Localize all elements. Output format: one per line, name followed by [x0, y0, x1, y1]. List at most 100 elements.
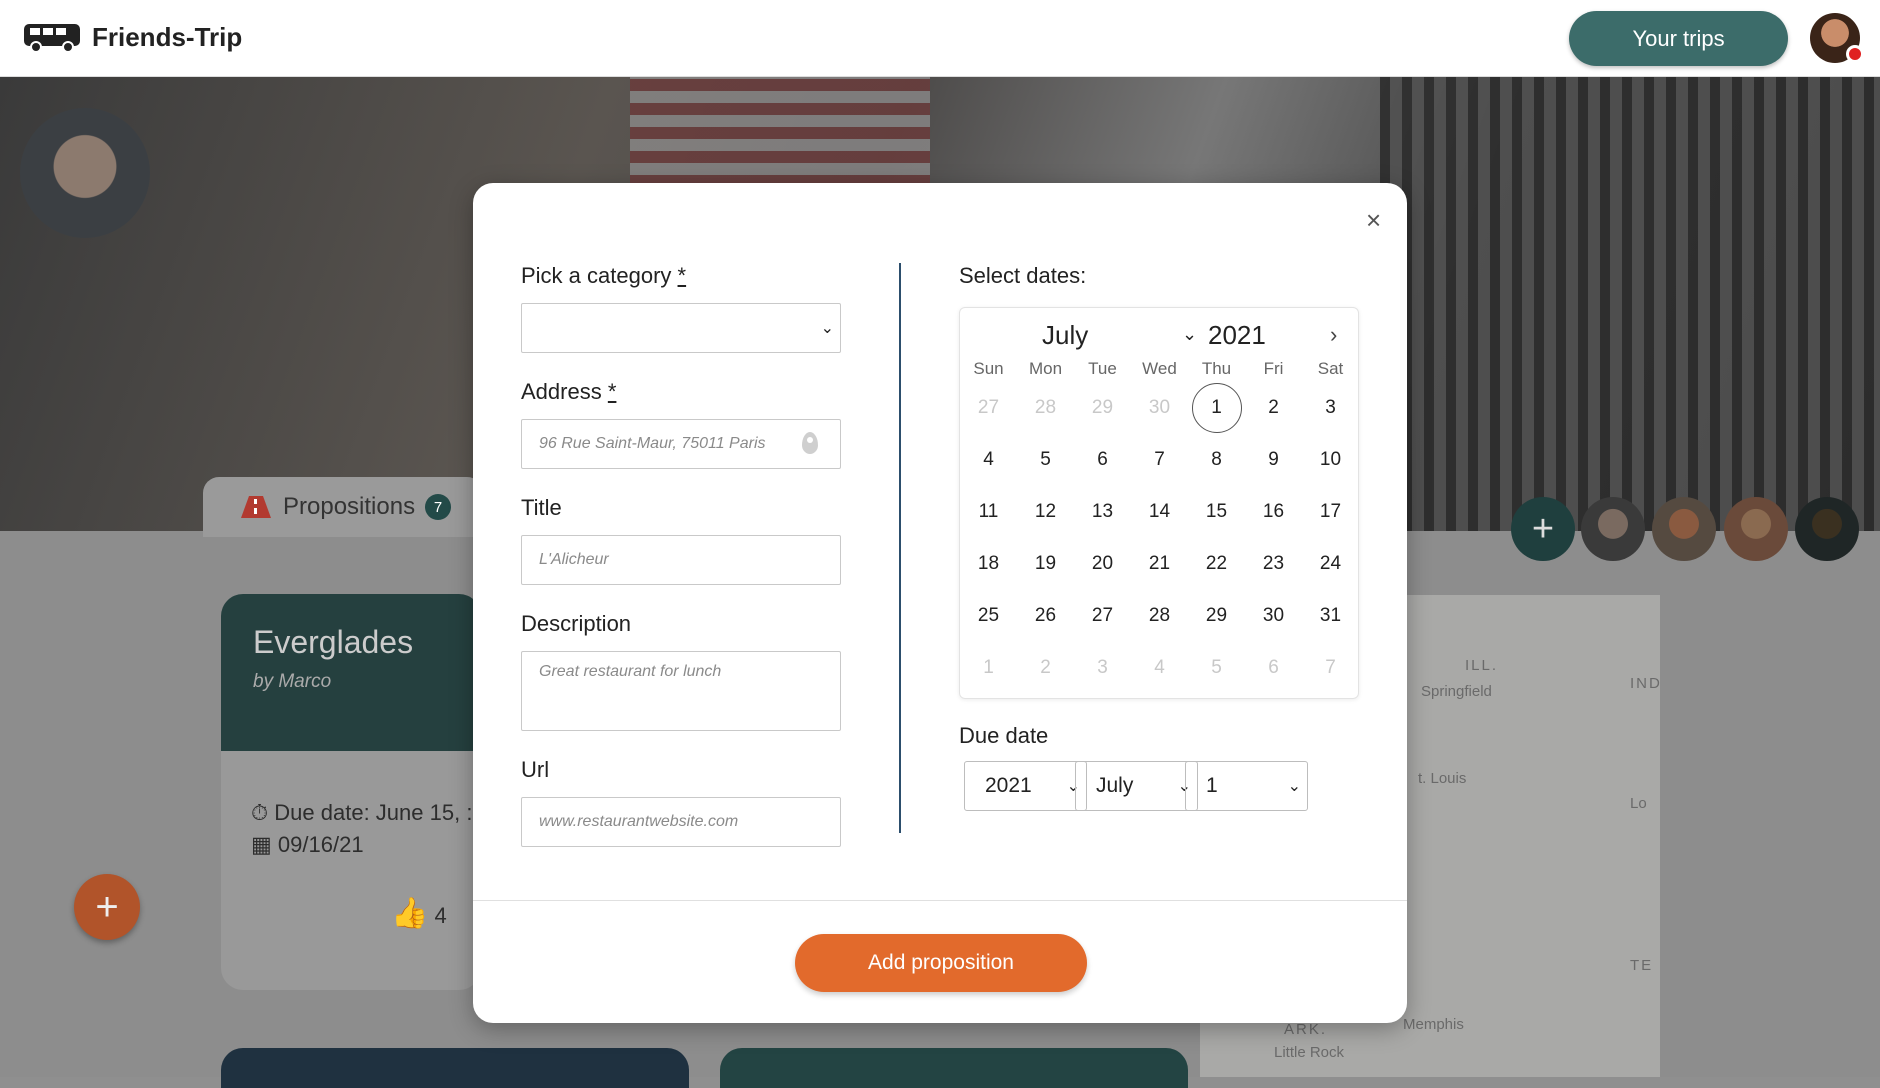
brand-name: Friends-Trip: [92, 21, 243, 52]
weekday-header: Sun Mon Tue Wed Thu Fri Sat: [960, 356, 1358, 382]
calendar-day[interactable]: 31: [1302, 605, 1359, 627]
description-textarea[interactable]: Great restaurant for lunch: [521, 651, 841, 731]
calendar-day[interactable]: 13: [1074, 501, 1131, 523]
add-proposition-fab[interactable]: +: [74, 874, 140, 940]
description-placeholder: Great restaurant for lunch: [539, 663, 722, 680]
proposition-card-bottom[interactable]: [720, 1048, 1188, 1088]
hero-flag-decoration: [630, 77, 930, 187]
url-placeholder: www.restaurantwebsite.com: [539, 813, 739, 830]
calendar-day[interactable]: 7: [1131, 449, 1188, 471]
date-range-calendar: July ⌄ 2021 › Sun Mon Tue Wed Thu Fri Sat 27 28…: [959, 307, 1359, 699]
due-date-label: Due date: [959, 723, 1049, 748]
calendar-day[interactable]: 2: [1017, 657, 1074, 679]
hero-building-decoration: [1380, 77, 1880, 531]
title-input[interactable]: L'Alicheur: [521, 535, 841, 585]
card-title: Everglades: [253, 624, 414, 660]
calendar-day[interactable]: 25: [960, 605, 1017, 627]
card-author: by Marco: [253, 671, 332, 692]
calendar-day-selected[interactable]: 1: [1191, 383, 1242, 433]
card-date: 09/16/21: [277, 832, 364, 857]
proposition-card-bottom[interactable]: [221, 1048, 689, 1088]
card-likes[interactable]: 👍 4: [391, 896, 447, 931]
your-trips-button[interactable]: Your trips: [1569, 11, 1788, 66]
calendar-day[interactable]: 28: [1131, 605, 1188, 627]
date-picker-section: Select dates: July ⌄ 2021 › Sun Mon Tue Wed…: [959, 263, 1369, 811]
calendar-day[interactable]: 6: [1245, 657, 1302, 679]
calendar-day[interactable]: 16: [1245, 501, 1302, 523]
modal-footer-divider: [473, 900, 1407, 901]
close-icon[interactable]: ×: [1366, 205, 1381, 236]
member-avatar[interactable]: [1581, 497, 1645, 561]
url-input[interactable]: www.restaurantwebsite.com: [521, 797, 841, 847]
calendar-day[interactable]: 22: [1188, 553, 1245, 575]
calendar-day[interactable]: 29: [1188, 605, 1245, 627]
calendar-day[interactable]: 26: [1017, 605, 1074, 627]
calendar-week: 11 12 13 14 15 16 17: [960, 486, 1358, 538]
brand-logo[interactable]: Friends-Trip: [22, 20, 242, 54]
likes-count: 4: [434, 903, 447, 928]
add-proposition-button[interactable]: Add proposition: [795, 934, 1087, 992]
plus-icon: +: [95, 884, 119, 929]
calendar-day[interactable]: 9: [1245, 449, 1302, 471]
calendar-week: 25 26 27 28 29 30 31: [960, 590, 1358, 642]
due-month-select[interactable]: July ⌄: [1075, 761, 1198, 811]
map-label: Lo: [1630, 795, 1647, 812]
calendar-day[interactable]: 20: [1074, 553, 1131, 575]
calendar-day[interactable]: 15: [1188, 501, 1245, 523]
calendar-day[interactable]: 28: [1017, 397, 1074, 419]
member-avatar[interactable]: [1724, 497, 1788, 561]
calendar-day[interactable]: 6: [1074, 449, 1131, 471]
tab-propositions-label: Propositions: [283, 493, 416, 520]
calendar-day[interactable]: 11: [960, 501, 1017, 523]
calendar-day[interactable]: 23: [1245, 553, 1302, 575]
calendar-day[interactable]: 14: [1131, 501, 1188, 523]
calendar-year[interactable]: 2021: [1208, 320, 1266, 351]
trip-host-avatar[interactable]: [20, 108, 150, 238]
calendar-day[interactable]: 12: [1017, 501, 1074, 523]
calendar-day[interactable]: 17: [1302, 501, 1359, 523]
due-year-select[interactable]: 2021 ⌄: [964, 761, 1087, 811]
calendar-week: 27 28 29 30 1 2 3: [960, 382, 1358, 434]
calendar-day[interactable]: 30: [1131, 397, 1188, 419]
calendar-day[interactable]: 2: [1245, 397, 1302, 419]
category-select[interactable]: ⌄: [521, 303, 841, 353]
map-label: t. Louis: [1418, 770, 1467, 787]
calendar-day[interactable]: 10: [1302, 449, 1359, 471]
chevron-right-icon[interactable]: ›: [1330, 322, 1337, 348]
calendar-day[interactable]: 3: [1302, 397, 1359, 419]
calendar-day[interactable]: 1: [960, 657, 1017, 679]
add-member-button[interactable]: +: [1511, 497, 1575, 561]
calendar-day[interactable]: 18: [960, 553, 1017, 575]
calendar-day[interactable]: 3: [1074, 657, 1131, 679]
calendar-day[interactable]: 5: [1017, 449, 1074, 471]
calendar-day[interactable]: 8: [1188, 449, 1245, 471]
calendar-day[interactable]: 4: [960, 449, 1017, 471]
calendar-day[interactable]: 24: [1302, 553, 1359, 575]
location-pin-icon[interactable]: [802, 432, 818, 454]
due-year-value: 2021: [985, 774, 1032, 797]
calendar-day[interactable]: 30: [1245, 605, 1302, 627]
calendar-day[interactable]: 27: [960, 397, 1017, 419]
van-icon: [24, 24, 80, 53]
weekday-label: Fri: [1263, 359, 1284, 378]
calendar-day[interactable]: 27: [1074, 605, 1131, 627]
proposition-card[interactable]: Everglades by Marco ⏱ Due date: June 15,…: [221, 594, 481, 990]
category-label: Pick a category *: [521, 263, 687, 288]
due-day-select[interactable]: 1 ⌄: [1185, 761, 1308, 811]
tab-propositions[interactable]: Propositions 7: [203, 477, 483, 537]
calendar-month-select[interactable]: July: [1042, 320, 1088, 351]
top-bar: Friends-Trip Your trips: [0, 0, 1880, 77]
address-input[interactable]: 96 Rue Saint-Maur, 75011 Paris: [521, 419, 841, 469]
calendar-day[interactable]: 19: [1017, 553, 1074, 575]
calendar-day[interactable]: 21: [1131, 553, 1188, 575]
member-avatar[interactable]: [1795, 497, 1859, 561]
calendar-day[interactable]: 7: [1302, 657, 1359, 679]
calendar-day[interactable]: 5: [1188, 657, 1245, 679]
chevron-down-icon[interactable]: ⌄: [1182, 324, 1197, 345]
calendar-day[interactable]: 4: [1131, 657, 1188, 679]
member-avatar[interactable]: [1652, 497, 1716, 561]
calendar-day[interactable]: 29: [1074, 397, 1131, 419]
proposition-form: Pick a category * ⌄ Address * 96 Rue Sai…: [521, 263, 841, 873]
description-label: Description: [521, 611, 632, 636]
add-proposition-modal: × Pick a category * ⌄ Address * 96 Rue S…: [473, 183, 1407, 1023]
